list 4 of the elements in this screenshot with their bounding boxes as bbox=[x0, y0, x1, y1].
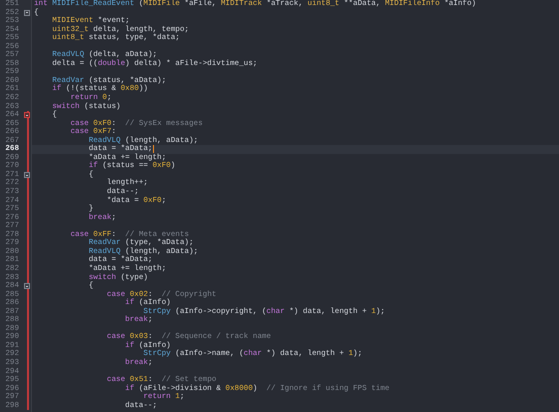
fold-toggle-icon[interactable] bbox=[24, 10, 30, 16]
fold-toggle-icon[interactable] bbox=[24, 283, 30, 290]
fold-toggle-icon[interactable] bbox=[24, 112, 30, 118]
fold-toggle-icon[interactable] bbox=[24, 172, 30, 178]
